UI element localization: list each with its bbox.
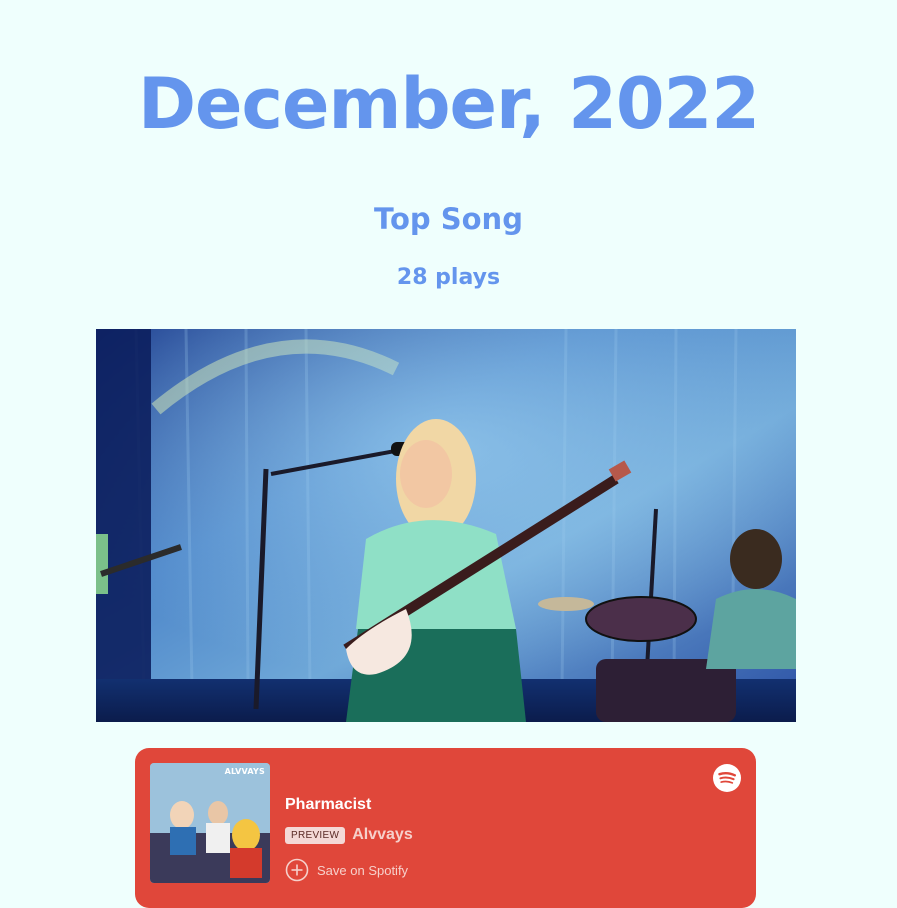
album-label: ALVVAYS xyxy=(224,767,265,776)
spotify-embed-card[interactable]: ALVVAYS Pharmacist PREVIEW Alvvays Save … xyxy=(135,748,756,908)
video-thumbnail[interactable] xyxy=(96,329,796,722)
artist-link[interactable]: Alvvays xyxy=(352,826,413,844)
play-count: 28 plays xyxy=(396,265,501,290)
album-cover-image xyxy=(150,763,270,883)
plus-circle-icon xyxy=(285,858,309,882)
page-title: December, 2022 xyxy=(137,63,760,145)
preview-badge: PREVIEW xyxy=(285,826,346,844)
album-cover[interactable]: ALVVAYS xyxy=(150,763,270,883)
save-label: Save on Spotify xyxy=(317,862,409,878)
track-meta-row: PREVIEW Alvvays xyxy=(285,826,413,844)
save-on-spotify-button[interactable]: Save on Spotify xyxy=(285,858,408,882)
concert-scene-image xyxy=(96,329,796,722)
spotify-icon[interactable] xyxy=(713,764,741,792)
top-song-heading: Top Song xyxy=(374,202,523,236)
track-title[interactable]: Pharmacist xyxy=(285,796,371,814)
